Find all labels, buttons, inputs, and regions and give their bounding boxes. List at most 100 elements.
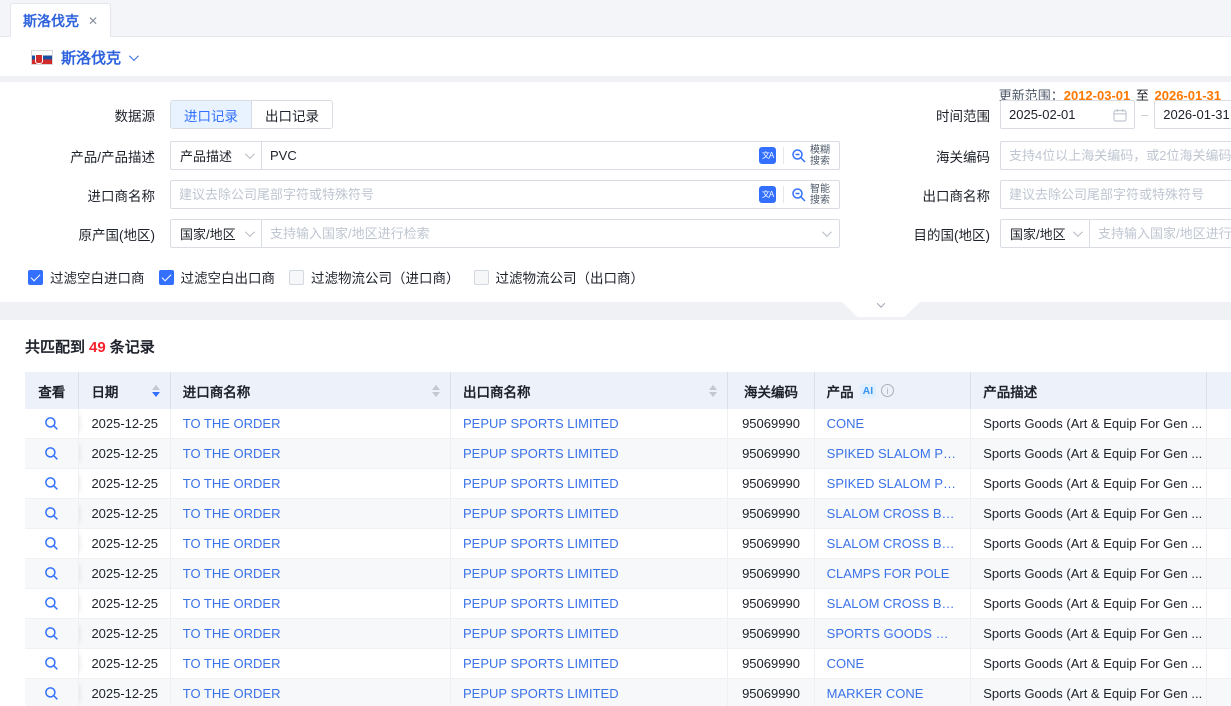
view-record-button[interactable] [25, 619, 79, 648]
cell-product-link[interactable]: SPORTS GOODS MAR... [827, 626, 959, 641]
cell-importer-link[interactable]: TO THE ORDER [171, 589, 451, 618]
cell-exporter-link[interactable]: PEPUP SPORTS LIMITED [451, 529, 728, 558]
cell-product-link[interactable]: MARKER CONE [827, 686, 924, 701]
fuzzy-search-button[interactable]: 模糊搜索 [791, 145, 832, 167]
origin-type-select[interactable]: 国家/地区 [170, 219, 262, 248]
smart-search-button[interactable]: 智能搜索 [791, 184, 832, 206]
cell-product-link[interactable]: CLAMPS FOR POLE [815, 559, 972, 588]
cell-importer-link[interactable]: TO THE ORDER [183, 446, 281, 461]
cell-importer-link[interactable]: TO THE ORDER [171, 499, 451, 528]
cell-exporter-link[interactable]: PEPUP SPORTS LIMITED [451, 619, 728, 648]
cell-exporter-link[interactable]: PEPUP SPORTS LIMITED [463, 656, 619, 671]
checkbox-filter-logistics-importer[interactable]: 过滤物流公司（进口商） [289, 267, 460, 287]
cell-importer-link[interactable]: TO THE ORDER [183, 416, 281, 431]
cell-exporter-link[interactable]: PEPUP SPORTS LIMITED [463, 626, 619, 641]
cell-importer-link[interactable]: TO THE ORDER [183, 536, 281, 551]
cell-product-link[interactable]: SLALOM CROSS BAR [827, 536, 959, 551]
checkbox-filter-logistics-exporter[interactable]: 过滤物流公司（出口商） [474, 267, 645, 287]
cell-product-link[interactable]: SLALOM CROSS BAR [815, 499, 972, 528]
cell-exporter-link[interactable]: PEPUP SPORTS LIMITED [451, 409, 728, 438]
tab-slovakia[interactable]: 斯洛伐克 ✕ [10, 3, 111, 37]
view-record-button[interactable] [25, 649, 79, 678]
view-record-button[interactable] [25, 499, 79, 528]
tab-import-records[interactable]: 进口记录 [171, 101, 251, 128]
view-record-button[interactable] [25, 679, 79, 706]
cell-product-link[interactable]: CONE [815, 409, 972, 438]
cell-exporter-link[interactable]: PEPUP SPORTS LIMITED [463, 686, 619, 701]
cell-importer-link[interactable]: TO THE ORDER [183, 626, 281, 641]
cell-importer-link[interactable]: TO THE ORDER [183, 686, 281, 701]
cell-importer-link[interactable]: TO THE ORDER [171, 559, 451, 588]
cell-exporter-link[interactable]: PEPUP SPORTS LIMITED [451, 439, 728, 468]
cell-exporter-link[interactable]: PEPUP SPORTS LIMITED [451, 559, 728, 588]
cell-product-link[interactable]: CONE [815, 649, 972, 678]
chevron-down-icon[interactable] [822, 227, 832, 237]
cell-product-link[interactable]: CLAMPS FOR POLE [827, 566, 950, 581]
cell-exporter-link[interactable]: PEPUP SPORTS LIMITED [463, 416, 619, 431]
cell-product-link[interactable]: CONE [827, 656, 865, 671]
tab-export-records[interactable]: 出口记录 [251, 101, 332, 128]
sort-icon-importer[interactable] [432, 385, 440, 397]
cell-importer-link[interactable]: TO THE ORDER [183, 566, 281, 581]
cell-exporter-link[interactable]: PEPUP SPORTS LIMITED [463, 596, 619, 611]
cell-product-link[interactable]: CONE [827, 416, 865, 431]
product-input[interactable] [262, 142, 759, 169]
view-record-button[interactable] [25, 409, 79, 438]
info-icon[interactable]: i [881, 384, 894, 397]
cell-exporter-link[interactable]: PEPUP SPORTS LIMITED [451, 679, 728, 706]
cell-exporter-link[interactable]: PEPUP SPORTS LIMITED [463, 566, 619, 581]
cell-importer-link[interactable]: TO THE ORDER [183, 506, 281, 521]
country-selector-label[interactable]: 斯洛伐克 [61, 47, 121, 68]
col-header-exporter[interactable]: 出口商名称 [451, 372, 728, 409]
view-record-button[interactable] [25, 589, 79, 618]
cell-importer-link[interactable]: TO THE ORDER [183, 476, 281, 491]
hs-code-input[interactable] [1001, 142, 1231, 169]
exporter-input[interactable] [1001, 181, 1231, 208]
date-end-input[interactable] [1155, 101, 1231, 128]
cell-product-link[interactable]: SLALOM CROSS BAR [815, 529, 972, 558]
col-header-date[interactable]: 日期 [79, 372, 170, 409]
date-start-input[interactable] [1001, 101, 1113, 128]
importer-input[interactable] [171, 181, 759, 208]
cell-importer-link[interactable]: TO THE ORDER [171, 649, 451, 678]
cell-exporter-link[interactable]: PEPUP SPORTS LIMITED [451, 589, 728, 618]
calendar-icon[interactable] [1113, 108, 1127, 122]
cell-exporter-link[interactable]: PEPUP SPORTS LIMITED [463, 506, 619, 521]
cell-importer-link[interactable]: TO THE ORDER [171, 439, 451, 468]
translate-icon[interactable]: 文A [759, 147, 776, 164]
sort-icon-date[interactable] [152, 385, 160, 397]
cell-importer-link[interactable]: TO THE ORDER [171, 409, 451, 438]
cell-exporter-link[interactable]: PEPUP SPORTS LIMITED [463, 476, 619, 491]
cell-product-link[interactable]: SPIKED SLALOM POLE [827, 476, 959, 491]
cell-exporter-link[interactable]: PEPUP SPORTS LIMITED [463, 446, 619, 461]
checkbox-filter-blank-importer[interactable]: 过滤空白进口商 [28, 267, 145, 287]
cell-importer-link[interactable]: TO THE ORDER [171, 529, 451, 558]
cell-importer-link[interactable]: TO THE ORDER [183, 596, 281, 611]
cell-product-link[interactable]: SLALOM CROSS BAR [827, 506, 959, 521]
destination-type-select[interactable]: 国家/地区 [1000, 219, 1090, 248]
view-record-button[interactable] [25, 529, 79, 558]
cell-product-link[interactable]: SPIKED SLALOM POLE [815, 469, 972, 498]
cell-importer-link[interactable]: TO THE ORDER [171, 619, 451, 648]
cell-product-link[interactable]: SLALOM CROSS BAR [815, 589, 972, 618]
cell-product-link[interactable]: SPIKED SLALOM POLE [815, 439, 972, 468]
col-header-importer[interactable]: 进口商名称 [171, 372, 451, 409]
view-record-button[interactable] [25, 469, 79, 498]
cell-product-link[interactable]: SLALOM CROSS BAR [827, 596, 959, 611]
close-icon[interactable]: ✕ [88, 14, 98, 28]
cell-product-link[interactable]: SPIKED SLALOM POLE [827, 446, 959, 461]
cell-exporter-link[interactable]: PEPUP SPORTS LIMITED [451, 499, 728, 528]
chevron-down-icon[interactable] [129, 51, 139, 61]
cell-importer-link[interactable]: TO THE ORDER [171, 679, 451, 706]
cell-product-link[interactable]: SPORTS GOODS MAR... [815, 619, 972, 648]
checkbox-filter-blank-exporter[interactable]: 过滤空白出口商 [159, 267, 276, 287]
cell-exporter-link[interactable]: PEPUP SPORTS LIMITED [451, 649, 728, 678]
destination-input[interactable] [1090, 220, 1231, 247]
view-record-button[interactable] [25, 559, 79, 588]
cell-product-link[interactable]: MARKER CONE [815, 679, 972, 706]
cell-importer-link[interactable]: TO THE ORDER [183, 656, 281, 671]
origin-input[interactable] [262, 220, 822, 247]
sort-icon-exporter[interactable] [709, 385, 717, 397]
cell-exporter-link[interactable]: PEPUP SPORTS LIMITED [451, 469, 728, 498]
cell-exporter-link[interactable]: PEPUP SPORTS LIMITED [463, 536, 619, 551]
